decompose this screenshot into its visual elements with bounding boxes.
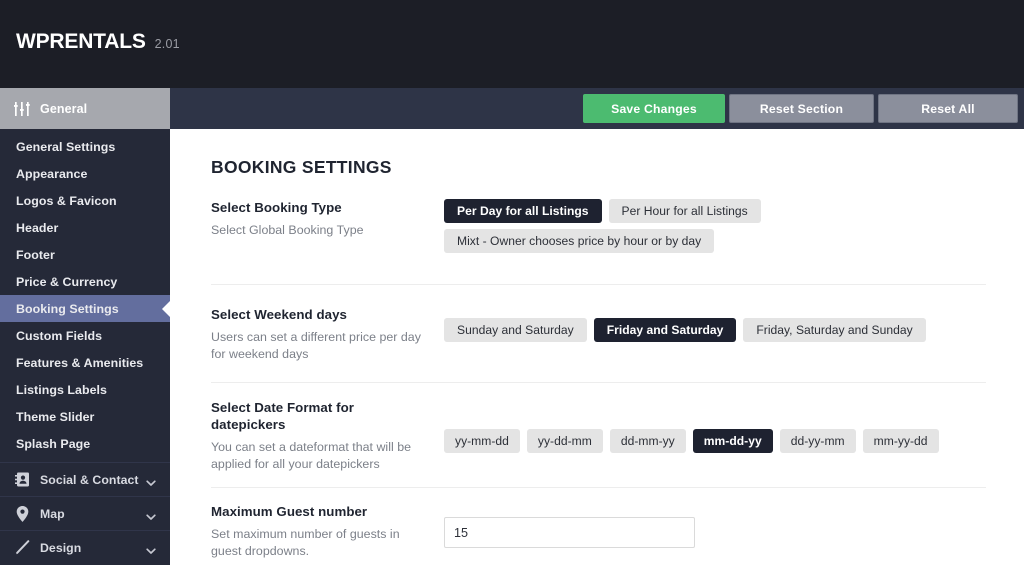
chevron-down-icon [146, 475, 156, 486]
sidebar-item-general-settings[interactable]: General Settings [0, 133, 170, 160]
sidebar-item-header[interactable]: Header [0, 214, 170, 241]
setting-description: Set maximum number of guests in guest dr… [211, 527, 400, 558]
date-format-option-mm-dd-yy[interactable]: mm-dd-yy [692, 429, 773, 453]
date-format-options: yy-mm-dd yy-dd-mm dd-mm-yy mm-dd-yy dd-y… [444, 429, 989, 453]
sidebar-item-appearance[interactable]: Appearance [0, 160, 170, 187]
reset-section-button[interactable]: Reset Section [729, 94, 874, 123]
brand-version: 2.01 [154, 37, 180, 51]
setting-description: Select Global Booking Type [211, 223, 364, 237]
sidebar-item-theme-slider[interactable]: Theme Slider [0, 403, 170, 430]
sidebar-item-footer[interactable]: Footer [0, 241, 170, 268]
date-format-option-yy-mm-dd[interactable]: yy-mm-dd [444, 429, 520, 453]
sidebar-item-label: Theme Slider [16, 409, 95, 424]
divider [211, 284, 986, 285]
sidebar-section-map[interactable]: Map [0, 496, 170, 530]
setting-title: Select Date Format for datepickers [211, 400, 354, 432]
setting-control-group: Per Day for all Listings Per Hour for al… [444, 199, 989, 253]
weekend-days-options: Sunday and Saturday Friday and Saturday … [444, 318, 989, 342]
sidebar-item-label: Footer [16, 247, 55, 262]
setting-label-group: Select Booking Type Select Global Bookin… [211, 199, 426, 239]
sidebar-section-social-contact[interactable]: Social & Contact [0, 462, 170, 496]
save-changes-button[interactable]: Save Changes [583, 94, 725, 123]
booking-type-option-mixt[interactable]: Mixt - Owner chooses price by hour or by… [444, 229, 715, 253]
sidebar-item-features-amenities[interactable]: Features & Amenities [0, 349, 170, 376]
sidebar-item-label: Splash Page [16, 436, 91, 451]
page-title: BOOKING SETTINGS [211, 157, 392, 177]
sidebar-item-label: Appearance [16, 166, 88, 181]
chevron-down-icon [146, 509, 156, 520]
sidebar-item-label: Header [16, 220, 59, 235]
brand-bar: WPRENTALS 2.01 [0, 0, 1024, 88]
booking-type-option-per-day[interactable]: Per Day for all Listings [444, 199, 602, 223]
max-guest-number-input[interactable] [444, 517, 695, 548]
sidebar-group-general[interactable]: General [0, 88, 170, 129]
sidebar-item-listings-labels[interactable]: Listings Labels [0, 376, 170, 403]
sidebar-item-splash-page[interactable]: Splash Page [0, 430, 170, 457]
divider [211, 382, 986, 383]
sidebar-submenu: General Settings Appearance Logos & Favi… [0, 129, 170, 462]
setting-title: Select Booking Type [211, 200, 342, 215]
setting-control-group: yy-mm-dd yy-dd-mm dd-mm-yy mm-dd-yy dd-y… [444, 429, 989, 453]
sliders-icon [12, 101, 32, 117]
map-pin-icon [12, 505, 32, 522]
sidebar-item-label: Price & Currency [16, 274, 118, 289]
sidebar-item-label: Booking Settings [16, 301, 119, 316]
chevron-down-icon [146, 543, 156, 554]
setting-title: Maximum Guest number [211, 504, 368, 519]
sidebar-item-custom-fields[interactable]: Custom Fields [0, 322, 170, 349]
date-format-option-dd-yy-mm[interactable]: dd-yy-mm [779, 429, 856, 453]
weekend-option-sunday-saturday[interactable]: Sunday and Saturday [444, 318, 587, 342]
date-format-option-dd-mm-yy[interactable]: dd-mm-yy [609, 429, 686, 453]
setting-label-group: Select Weekend days Users can set a diff… [211, 306, 426, 363]
divider [211, 487, 986, 488]
setting-label-group: Select Date Format for datepickers You c… [211, 399, 426, 473]
reset-all-button[interactable]: Reset All [878, 94, 1018, 123]
sidebar-group-label: General [40, 101, 88, 116]
brand-name: WPRENTALS [16, 30, 146, 53]
sidebar-item-booking-settings[interactable]: Booking Settings [0, 295, 170, 322]
setting-label-group: Maximum Guest number Set maximum number … [211, 503, 426, 560]
sidebar: General General Settings Appearance Logo… [0, 88, 170, 565]
weekend-option-friday-saturday-sunday[interactable]: Friday, Saturday and Sunday [743, 318, 926, 342]
sidebar-section-design[interactable]: Design [0, 530, 170, 564]
sidebar-item-logos-favicon[interactable]: Logos & Favicon [0, 187, 170, 214]
toolbar: Save Changes Reset Section Reset All [170, 88, 1024, 129]
setting-title: Select Weekend days [211, 307, 347, 322]
setting-description: Users can set a different price per day … [211, 330, 421, 361]
sidebar-item-label: Logos & Favicon [16, 193, 117, 208]
pencil-icon [12, 540, 32, 556]
sidebar-item-label: Custom Fields [16, 328, 103, 343]
weekend-option-friday-saturday[interactable]: Friday and Saturday [593, 318, 737, 342]
sidebar-item-label: Listings Labels [16, 382, 107, 397]
setting-description: You can set a dateformat that will be ap… [211, 440, 412, 471]
sidebar-section-label: Design [40, 540, 82, 555]
sidebar-section-label: Social & Contact [40, 472, 139, 487]
date-format-option-yy-dd-mm[interactable]: yy-dd-mm [526, 429, 603, 453]
sidebar-item-label: General Settings [16, 139, 116, 154]
setting-control-group [444, 517, 989, 548]
address-book-icon [12, 472, 32, 488]
booking-type-options: Per Day for all Listings Per Hour for al… [444, 199, 989, 253]
date-format-option-mm-yy-dd[interactable]: mm-yy-dd [862, 429, 939, 453]
setting-control-group: Sunday and Saturday Friday and Saturday … [444, 318, 989, 342]
sidebar-item-price-currency[interactable]: Price & Currency [0, 268, 170, 295]
settings-content: BOOKING SETTINGS Select Booking Type Sel… [170, 129, 1024, 565]
wprentals-admin-screen: WPRENTALS 2.01 General General Settings … [0, 0, 1024, 565]
brand-logo: WPRENTALS 2.01 [16, 30, 180, 54]
sidebar-section-label: Map [40, 506, 65, 521]
sidebar-item-label: Features & Amenities [16, 355, 144, 370]
booking-type-option-per-hour[interactable]: Per Hour for all Listings [608, 199, 761, 223]
